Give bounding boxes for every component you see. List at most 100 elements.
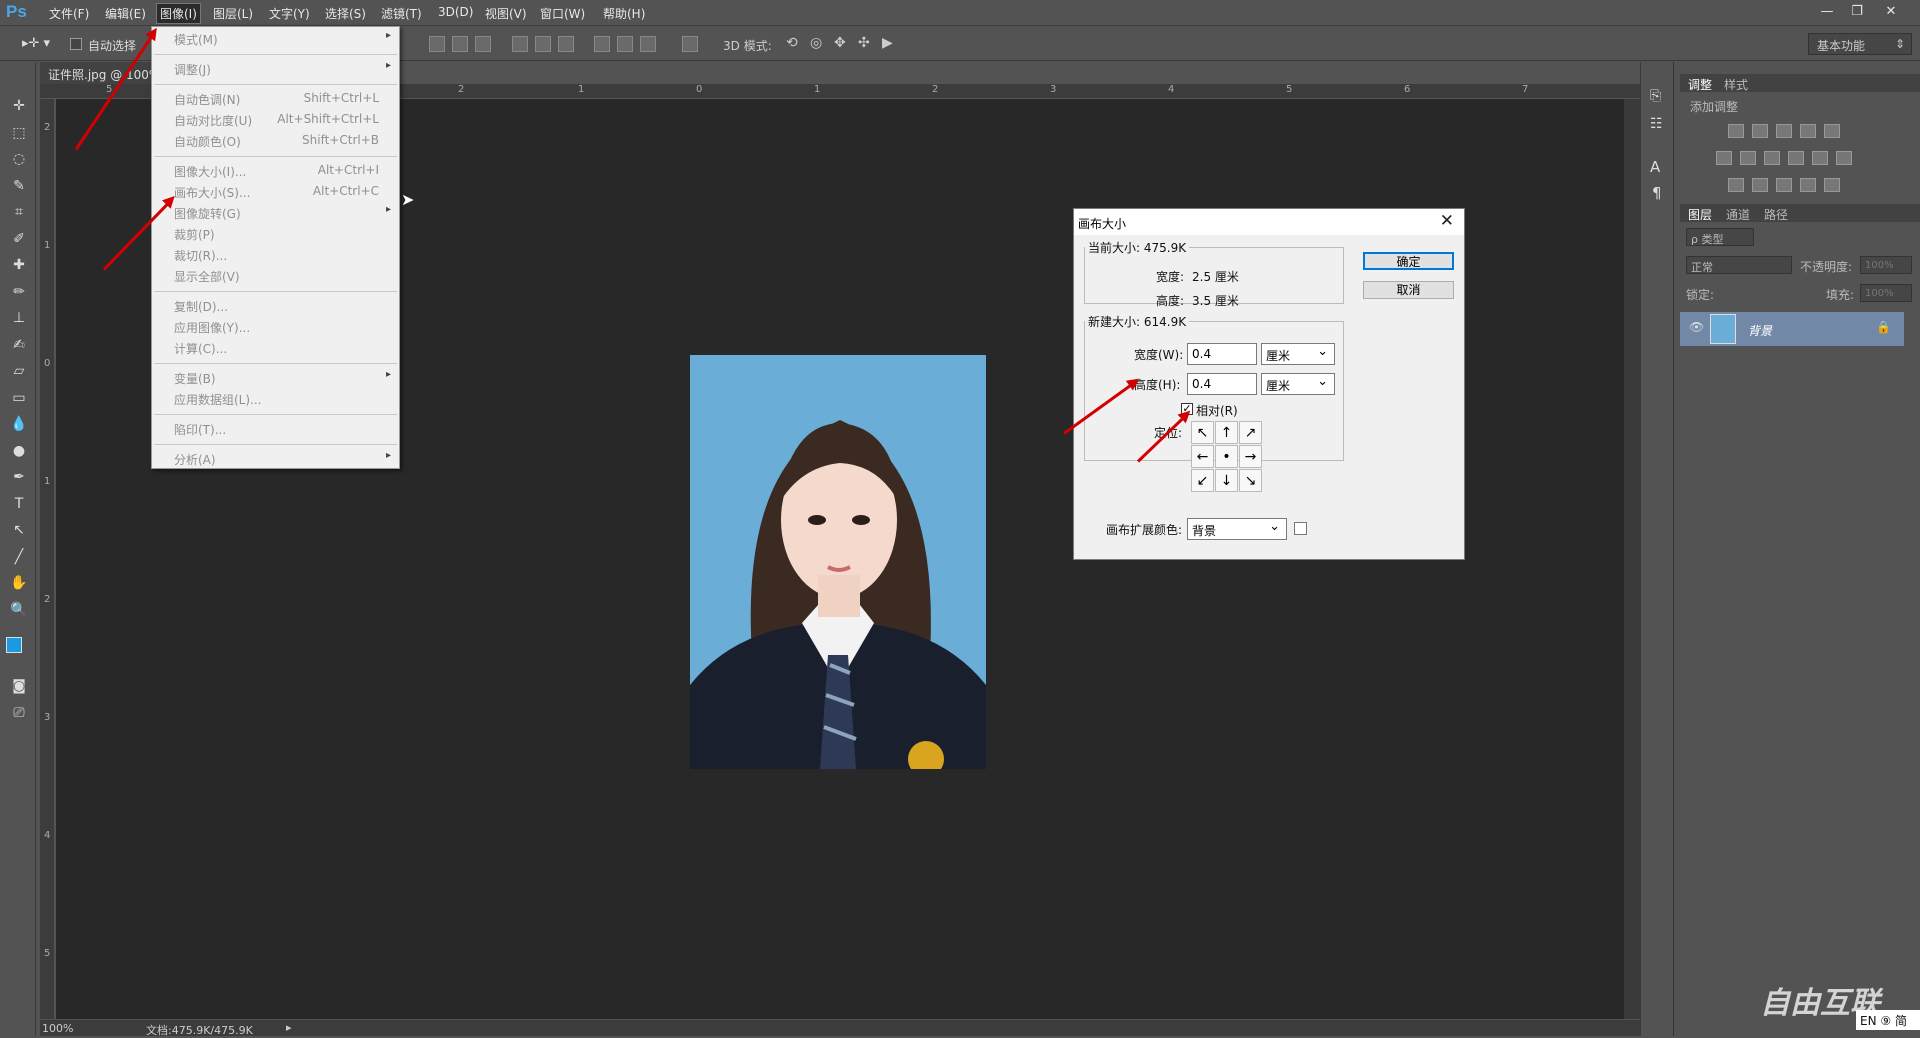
foreground-color-swatch[interactable] bbox=[6, 637, 22, 653]
image-menu-item[interactable]: 调整(J) ▸ bbox=[152, 59, 399, 79]
zoom-level[interactable]: 100% bbox=[42, 1022, 73, 1035]
tab-channels[interactable]: 通道 bbox=[1726, 206, 1750, 223]
adjustment-icon[interactable] bbox=[1812, 151, 1828, 165]
type-tool-icon[interactable]: T bbox=[9, 494, 29, 514]
vertical-scrollbar[interactable] bbox=[1624, 99, 1640, 1019]
anchor-cell[interactable]: ↓ bbox=[1215, 469, 1238, 492]
status-menu-arrow-icon[interactable]: ▸ bbox=[286, 1021, 292, 1034]
adjustment-icon[interactable] bbox=[1824, 178, 1840, 192]
anchor-cell[interactable]: ↖ bbox=[1191, 421, 1214, 444]
adjustment-icon[interactable] bbox=[1752, 124, 1768, 138]
adjustment-icon[interactable] bbox=[1776, 124, 1792, 138]
align-icon-0[interactable] bbox=[429, 36, 445, 52]
image-menu-item[interactable]: 陷印(T)... bbox=[152, 419, 399, 439]
align-icon-9[interactable] bbox=[682, 36, 698, 52]
anchor-cell[interactable]: → bbox=[1239, 445, 1262, 468]
tab-paths[interactable]: 路径 bbox=[1764, 206, 1788, 223]
paragraph-icon[interactable]: ¶ bbox=[1652, 184, 1662, 202]
adjustment-icon[interactable] bbox=[1776, 178, 1792, 192]
3d-mode-icon-2[interactable]: ✥ bbox=[834, 35, 846, 51]
dialog-close-icon[interactable]: ✕ bbox=[1440, 211, 1454, 231]
properties-icon[interactable]: ☷ bbox=[1650, 116, 1663, 132]
menu-1[interactable]: 编辑(E) bbox=[102, 5, 149, 22]
adjustment-icon[interactable] bbox=[1764, 151, 1780, 165]
anchor-cell[interactable]: ↙ bbox=[1191, 469, 1214, 492]
menu-8[interactable]: 视图(V) bbox=[482, 5, 530, 22]
image-menu-item[interactable]: 模式(M) ▸ bbox=[152, 29, 399, 49]
image-menu-item[interactable]: 显示全部(V) bbox=[152, 266, 399, 286]
layer-kind-filter[interactable]: ρ 类型 bbox=[1686, 228, 1754, 246]
image-menu-item[interactable]: 自动颜色(O) Shift+Ctrl+B bbox=[152, 131, 399, 151]
image-menu-item[interactable]: 裁切(R)... bbox=[152, 245, 399, 265]
anchor-cell[interactable]: ↘ bbox=[1239, 469, 1262, 492]
image-menu-item[interactable]: 变量(B) ▸ bbox=[152, 368, 399, 388]
height-unit-select[interactable]: 厘米 bbox=[1261, 373, 1335, 395]
width-unit-select[interactable]: 厘米 bbox=[1261, 343, 1335, 365]
marquee-tool-icon[interactable]: ⬚ bbox=[9, 123, 29, 143]
history-icon[interactable]: ⎘ bbox=[1650, 88, 1661, 104]
image-menu-item[interactable]: 图像大小(I)... Alt+Ctrl+I bbox=[152, 161, 399, 181]
menu-3[interactable]: 图层(L) bbox=[210, 5, 256, 22]
align-icon-3[interactable] bbox=[512, 36, 528, 52]
fill-input[interactable]: 100% bbox=[1860, 284, 1912, 302]
align-icon-5[interactable] bbox=[558, 36, 574, 52]
align-icon-6[interactable] bbox=[594, 36, 610, 52]
dodge-tool-icon[interactable]: ● bbox=[9, 441, 29, 461]
blend-mode-select[interactable]: 正常 bbox=[1686, 256, 1792, 274]
image-menu-item[interactable]: 计算(C)... bbox=[152, 338, 399, 358]
3d-mode-icon-0[interactable]: ⟲ bbox=[786, 35, 798, 51]
hand-tool-icon[interactable]: ✋ bbox=[9, 573, 29, 593]
adjustment-icon[interactable] bbox=[1728, 124, 1744, 138]
clone-stamp-tool-icon[interactable]: ⊥ bbox=[9, 308, 29, 328]
adjustment-icon[interactable] bbox=[1788, 151, 1804, 165]
lasso-tool-icon[interactable]: ◌ bbox=[9, 149, 29, 169]
tab-adjustments[interactable]: 调整 bbox=[1688, 76, 1712, 93]
history-brush-tool-icon[interactable]: ✍ bbox=[9, 335, 29, 355]
anchor-cell[interactable]: ↗ bbox=[1239, 421, 1262, 444]
menu-4[interactable]: 文字(Y) bbox=[266, 5, 313, 22]
line-tool-icon[interactable]: ╱ bbox=[9, 547, 29, 567]
image-menu-item[interactable]: 自动对比度(U) Alt+Shift+Ctrl+L bbox=[152, 110, 399, 130]
layer-visibility-eye-icon[interactable]: 👁 bbox=[1689, 320, 1704, 334]
image-menu-item[interactable]: 应用图像(Y)... bbox=[152, 317, 399, 337]
adjustment-icon[interactable] bbox=[1824, 124, 1840, 138]
quick-select-tool-icon[interactable]: ✎ bbox=[9, 176, 29, 196]
layer-name[interactable]: 背景 bbox=[1748, 322, 1772, 339]
gradient-tool-icon[interactable]: ▭ bbox=[9, 388, 29, 408]
minimize-button[interactable]: — bbox=[1814, 2, 1840, 22]
restore-button[interactable]: ❐ bbox=[1844, 2, 1870, 22]
adjustment-icon[interactable] bbox=[1800, 178, 1816, 192]
height-input[interactable]: 0.4 bbox=[1187, 373, 1257, 395]
extension-color-select[interactable]: 背景 bbox=[1187, 518, 1287, 540]
align-icon-4[interactable] bbox=[535, 36, 551, 52]
tab-styles[interactable]: 样式 bbox=[1724, 76, 1748, 93]
align-icon-2[interactable] bbox=[475, 36, 491, 52]
anchor-cell[interactable]: ← bbox=[1191, 445, 1214, 468]
image-menu-item[interactable]: 画布大小(S)... Alt+Ctrl+C bbox=[152, 182, 399, 202]
extension-color-swatch[interactable] bbox=[1294, 522, 1307, 535]
menu-5[interactable]: 选择(S) bbox=[322, 5, 369, 22]
opacity-input[interactable]: 100% bbox=[1860, 256, 1912, 274]
tab-layers[interactable]: 图层 bbox=[1688, 206, 1712, 223]
pen-tool-icon[interactable]: ✒ bbox=[9, 467, 29, 487]
document-tab[interactable]: 证件照.jpg @ 100% bbox=[40, 62, 160, 84]
auto-select-checkbox[interactable] bbox=[70, 38, 82, 50]
eraser-tool-icon[interactable]: ▱ bbox=[9, 361, 29, 381]
zoom-tool-icon[interactable]: 🔍 bbox=[9, 600, 29, 620]
close-button[interactable]: ✕ bbox=[1878, 2, 1904, 22]
adjustment-icon[interactable] bbox=[1740, 151, 1756, 165]
cancel-button[interactable]: 取消 bbox=[1363, 281, 1454, 299]
path-select-tool-icon[interactable]: ↖ bbox=[9, 520, 29, 540]
quick-mask-icon[interactable]: ◙ bbox=[9, 676, 29, 696]
align-icon-1[interactable] bbox=[452, 36, 468, 52]
eyedropper-tool-icon[interactable]: ✐ bbox=[9, 229, 29, 249]
menu-2[interactable]: 图像(I) bbox=[156, 3, 201, 24]
width-input[interactable]: 0.4 bbox=[1187, 343, 1257, 365]
menu-6[interactable]: 滤镜(T) bbox=[378, 5, 425, 22]
3d-mode-icon-1[interactable]: ◎ bbox=[810, 35, 822, 51]
menu-9[interactable]: 窗口(W) bbox=[537, 5, 588, 22]
adjustment-icon[interactable] bbox=[1836, 151, 1852, 165]
adjustment-icon[interactable] bbox=[1728, 178, 1744, 192]
menu-7[interactable]: 3D(D) bbox=[435, 5, 476, 19]
move-tool-preset-icon[interactable]: ▸✛ ▾ bbox=[22, 36, 50, 51]
